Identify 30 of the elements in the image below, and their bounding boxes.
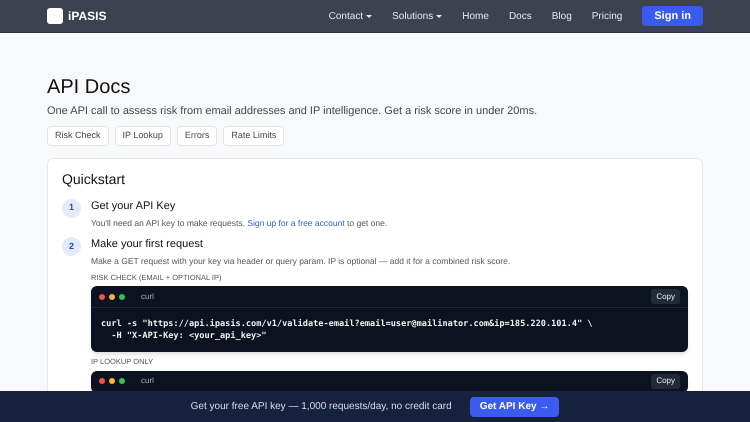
signup-link[interactable]: Sign up for a free account (247, 218, 345, 228)
page-title: API Docs (47, 75, 132, 99)
nav-link[interactable]: Docs (508, 8, 532, 24)
nav-link[interactable]: Solutions (392, 8, 442, 24)
get-api-key-button[interactable]: Get API Key → (470, 396, 560, 416)
code-language: curl (141, 290, 154, 303)
page-subtitle: One API call to assess risk from email addresses and IP intelligence. Get a risk score in under 20ms. (47, 104, 538, 119)
nav-link[interactable]: Home (462, 8, 489, 24)
nav-link[interactable]: Contact (328, 8, 372, 24)
copy-button[interactable]: Copy (651, 289, 680, 304)
section-link[interactable]: Rate Limits (223, 126, 284, 146)
step-title: Get your API Key (91, 198, 176, 214)
banner-text: Get your free API key — 1,000 requests/day, no credit card (190, 400, 452, 414)
section-link[interactable]: Risk Check (47, 126, 109, 146)
section-link[interactable]: IP Lookup (114, 126, 171, 146)
logo-icon[interactable] (47, 8, 63, 24)
step-title: Make your first request (91, 236, 204, 252)
sign-in-button[interactable]: Sign in (642, 6, 703, 26)
copy-button[interactable]: Copy (651, 374, 680, 388)
nav-link[interactable]: Blog (552, 8, 572, 24)
step-description: Make a GET request with your key via header or query param. IP is optional — add it for a combined risk score. (91, 255, 512, 268)
nav-link[interactable]: Pricing (592, 8, 622, 24)
brand-name[interactable]: iPASIS (68, 7, 106, 25)
section-link[interactable]: Errors (176, 126, 218, 146)
code-snippet: curl -s "https://api.ipasis.com/v1/validate-email?email=user@mailinator.com&ip=185.220.101.4" \ -H "X-API-Key: <your_api_key>" (100, 318, 594, 344)
section-title: Quickstart (62, 170, 126, 189)
code-language: curl (141, 375, 154, 387)
step-description: You'll need an API key to make requests. Sign up for a free account to get one. (91, 217, 388, 230)
step-number: 1 (62, 198, 81, 218)
step-number: 2 (62, 236, 81, 256)
